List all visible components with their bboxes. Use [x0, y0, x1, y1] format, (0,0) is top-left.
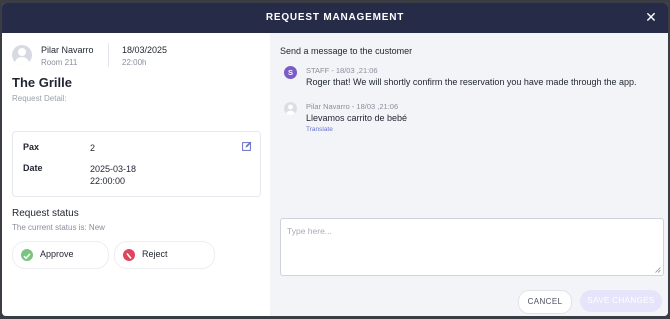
reply-box	[280, 218, 664, 276]
checkmark-icon	[21, 249, 33, 261]
pax-label: Pax	[23, 142, 40, 152]
divider	[108, 43, 109, 67]
message-text: Roger that! We will shortly confirm the …	[306, 77, 637, 87]
reject-icon	[123, 249, 135, 261]
request-detail-label: Request Detail:	[12, 94, 67, 103]
venue-title: The Grille	[12, 75, 72, 90]
modal-header: REQUEST MANAGEMENT ✕	[2, 3, 668, 33]
message-text: Llevamos carrito de bebé	[306, 113, 408, 123]
messages-pane: Send a message to the customer S STAFF -…	[270, 33, 668, 316]
cancel-button[interactable]: CANCEL	[518, 290, 572, 314]
guest-room: Room 211	[41, 58, 78, 67]
request-time: 22:00h	[122, 58, 147, 67]
date-value: 2025-03-18 22:00:00	[90, 164, 137, 186]
message-meta: Pilar Navarro - 18/03 ,21:06	[306, 102, 399, 111]
request-date: 18/03/2025	[122, 45, 168, 55]
resize-grip-icon[interactable]	[655, 267, 661, 273]
date-label: Date	[23, 163, 43, 173]
guest-avatar	[12, 45, 32, 65]
message-input[interactable]	[281, 219, 663, 275]
request-management-modal: REQUEST MANAGEMENT ✕ Pilar Navarro Room …	[2, 3, 668, 316]
pax-value: 2	[90, 143, 96, 153]
approve-button[interactable]: Approve	[12, 241, 109, 269]
modal-title: REQUEST MANAGEMENT	[265, 12, 405, 23]
reject-label: Reject	[142, 249, 168, 259]
staff-avatar: S	[284, 66, 297, 79]
status-title: Request status	[12, 208, 79, 219]
details-card: Pax 2 Date 2025-03-18 22:00:00	[12, 131, 261, 197]
approve-label: Approve	[40, 249, 74, 259]
guest-name: Pilar Navarro	[41, 45, 94, 55]
request-details-pane: Pilar Navarro Room 211 18/03/2025 22:00h…	[2, 33, 270, 316]
save-changes-button[interactable]: SAVE CHANGES	[580, 290, 662, 312]
close-icon[interactable]: ✕	[644, 10, 658, 24]
user-icon	[284, 102, 297, 115]
reject-button[interactable]: Reject	[114, 241, 215, 269]
status-current: The current status is: New	[12, 223, 105, 232]
message-meta: STAFF - 18/03 ,21:06	[306, 66, 378, 75]
translate-link[interactable]: Translate	[306, 126, 333, 133]
messages-heading: Send a message to the customer	[280, 46, 413, 56]
edit-icon[interactable]	[242, 141, 252, 151]
